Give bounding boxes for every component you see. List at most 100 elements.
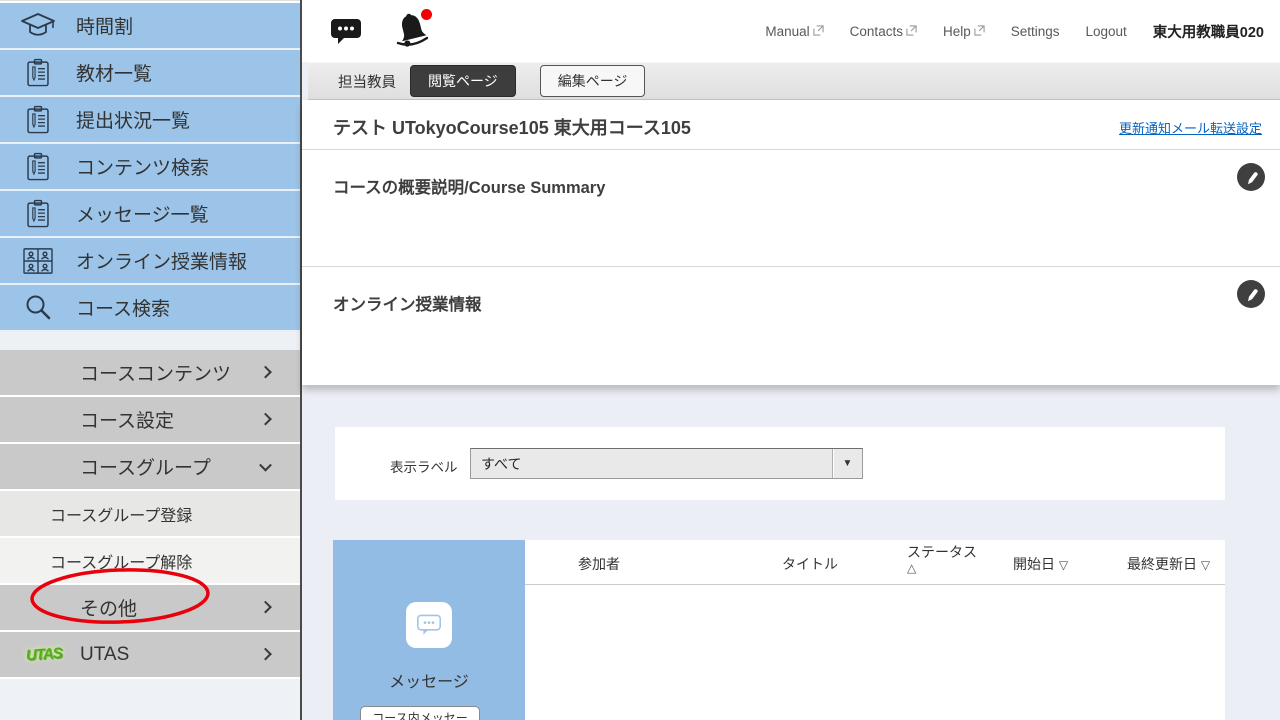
sidebar-item-message-list[interactable]: メッセージ一覧 <box>0 191 300 238</box>
sidebar-group-course-group[interactable]: コースグループ <box>0 444 300 491</box>
table-header-row: 参加者 タイトル ステータス △ 開始日 ▽ 最終更新日 ▽ <box>525 540 1225 585</box>
clipboard-icon <box>0 198 76 230</box>
edit-summary-button[interactable] <box>1237 163 1265 191</box>
sidebar-group-course-settings[interactable]: コース設定 <box>0 397 300 444</box>
sidebar-group-label: コースコンテンツ <box>80 359 231 386</box>
contacts-link[interactable]: Contacts <box>850 24 917 39</box>
course-title: テスト UTokyoCourse105 東大用コース105 <box>333 114 691 140</box>
chevron-right-icon <box>259 412 272 425</box>
display-label-caption: 表示ラベル <box>390 456 458 476</box>
role-label: 担当教員 <box>338 71 396 92</box>
online-class-heading: オンライン授業情報 <box>333 291 482 315</box>
pencil-icon <box>1244 287 1259 302</box>
magnifier-icon <box>0 293 76 323</box>
clipboard-icon <box>0 104 76 136</box>
manual-link[interactable]: Manual <box>765 24 823 39</box>
pencil-icon <box>1244 170 1259 185</box>
sidebar-item-label: 時間割 <box>76 12 133 39</box>
messages-table-panel: メッセージ コース内メッセー 参加者 タイトル ステータス △ 開始日 ▽ 最終… <box>333 540 1225 720</box>
course-summary-section: コースの概要説明/Course Summary <box>302 150 1280 267</box>
sidebar-item-label: コンテンツ検索 <box>76 153 209 180</box>
course-header-block: テスト UTokyoCourse105 東大用コース105 更新通知メール転送設… <box>302 100 1280 385</box>
clipboard-icon <box>0 57 76 89</box>
sidebar-item-label: メッセージ一覧 <box>76 200 209 227</box>
sidebar-subitem-label: コースグループ解除 <box>50 549 192 573</box>
label-filter-panel: 表示ラベル すべて ▼ <box>335 427 1225 500</box>
tab-bar: 担当教員 閲覧ページ 編集ページ <box>308 62 1280 100</box>
sidebar-item-label: 提出状況一覧 <box>76 106 190 133</box>
sidebar-item-submissions[interactable]: 提出状況一覧 <box>0 97 300 144</box>
sort-desc-icon: ▽ <box>1201 558 1210 572</box>
sidebar-subitem-course-group-remove[interactable]: コースグループ解除 <box>0 538 300 585</box>
message-block-title: メッセージ <box>333 668 525 692</box>
column-title[interactable]: タイトル <box>782 554 838 574</box>
edit-online-class-button[interactable] <box>1237 280 1265 308</box>
column-start-date[interactable]: 開始日 ▽ <box>1013 554 1068 574</box>
message-bubble-tile <box>406 602 452 648</box>
sidebar-item-online-class[interactable]: オンライン授業情報 <box>0 238 300 285</box>
sidebar-item-content-search[interactable]: コンテンツ検索 <box>0 144 300 191</box>
graduation-cap-icon <box>0 11 76 41</box>
column-participants[interactable]: 参加者 <box>578 554 620 574</box>
sidebar-spacer <box>0 332 300 350</box>
sidebar-group-utas[interactable]: UTAS UTAS <box>0 632 300 679</box>
external-link-icon <box>974 24 985 39</box>
contacts-link-label: Contacts <box>850 24 903 39</box>
utas-logo-icon: UTAS <box>25 645 62 664</box>
selected-option: すべて <box>471 454 832 474</box>
messages-icon[interactable] <box>330 16 362 51</box>
sidebar-item-materials[interactable]: 教材一覧 <box>0 50 300 97</box>
chevron-right-icon <box>259 365 272 378</box>
notification-badge <box>421 9 432 20</box>
course-message-button[interactable]: コース内メッセー <box>360 706 480 720</box>
sidebar-group-course-contents[interactable]: コースコンテンツ <box>0 350 300 397</box>
column-start-date-label: 開始日 <box>1013 556 1055 572</box>
column-status[interactable]: ステータス △ <box>907 545 977 576</box>
chevron-down-icon <box>259 458 272 471</box>
notifications-bell-icon[interactable] <box>392 7 434 53</box>
chevron-right-icon <box>259 600 272 613</box>
update-mail-settings-link[interactable]: 更新通知メール転送設定 <box>1119 118 1262 137</box>
external-link-icon <box>813 24 824 39</box>
logout-link-label: Logout <box>1086 24 1127 39</box>
help-link-label: Help <box>943 24 971 39</box>
manual-link-label: Manual <box>765 24 809 39</box>
sidebar-item-label: コース検索 <box>76 294 170 321</box>
sidebar-item-label: オンライン授業情報 <box>76 247 247 274</box>
sidebar-group-label: コースグループ <box>80 453 211 480</box>
people-grid-icon <box>0 247 76 275</box>
sidebar-group-others[interactable]: その他 <box>0 585 300 632</box>
sidebar-group-label: その他 <box>80 594 137 621</box>
sidebar-subitem-course-group-register[interactable]: コースグループ登録 <box>0 491 300 538</box>
chevron-right-icon <box>259 647 272 660</box>
sort-asc-icon: △ <box>907 561 916 575</box>
sidebar-subitem-label: コースグループ登録 <box>50 502 192 526</box>
sidebar: 時間割 教材一覧 提出状況一覧 <box>0 0 300 720</box>
column-last-updated-label: 最終更新日 <box>1127 556 1197 572</box>
course-title-row: テスト UTokyoCourse105 東大用コース105 更新通知メール転送設… <box>302 100 1280 150</box>
sort-desc-icon: ▽ <box>1059 558 1068 572</box>
main-content: Manual Contacts Help <box>300 0 1280 720</box>
logout-link[interactable]: Logout <box>1086 24 1127 39</box>
settings-link[interactable]: Settings <box>1011 24 1060 39</box>
sidebar-item-timetable[interactable]: 時間割 <box>0 3 300 50</box>
sidebar-item-course-search[interactable]: コース検索 <box>0 285 300 332</box>
column-status-label: ステータス <box>907 544 977 560</box>
username: 東大用教職員020 <box>1153 21 1264 42</box>
tab-edit-page[interactable]: 編集ページ <box>540 65 646 97</box>
tab-view-page[interactable]: 閲覧ページ <box>410 65 516 97</box>
sidebar-item-label: 教材一覧 <box>76 59 152 86</box>
settings-link-label: Settings <box>1011 24 1060 39</box>
label-filter-select[interactable]: すべて ▼ <box>470 448 863 479</box>
course-summary-heading: コースの概要説明/Course Summary <box>333 174 605 198</box>
help-link[interactable]: Help <box>943 24 985 39</box>
top-bar: Manual Contacts Help <box>302 0 1280 62</box>
external-link-icon <box>906 24 917 39</box>
chat-bubble-icon <box>416 613 442 637</box>
clipboard-icon <box>0 151 76 183</box>
column-last-updated[interactable]: 最終更新日 ▽ <box>1127 554 1210 574</box>
online-class-section: オンライン授業情報 <box>302 267 1280 384</box>
dropdown-arrow-icon: ▼ <box>832 449 862 478</box>
top-links: Manual Contacts Help <box>765 0 1264 62</box>
sidebar-group-label: コース設定 <box>80 406 174 433</box>
